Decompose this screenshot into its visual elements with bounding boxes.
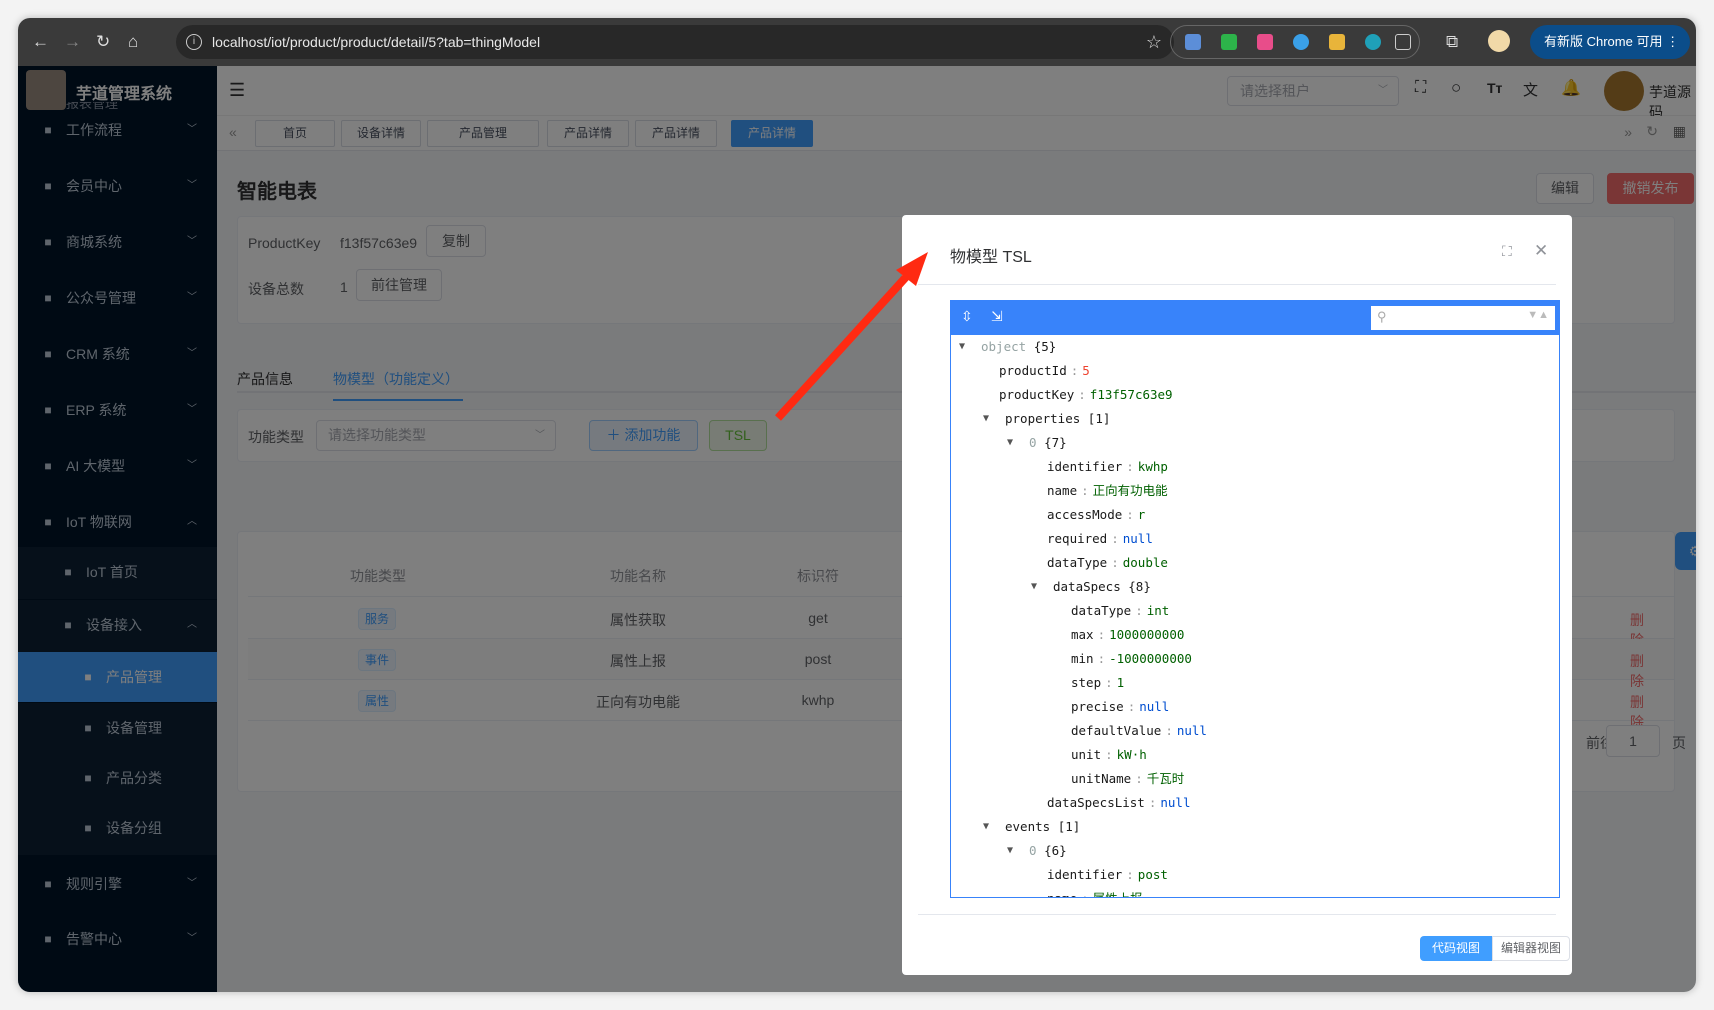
arrow-shaft [775,263,919,421]
annotation-arrow [775,252,928,421]
browser-window: ← → ↻ ⌂ i localhost/iot/product/product/… [18,18,1696,992]
